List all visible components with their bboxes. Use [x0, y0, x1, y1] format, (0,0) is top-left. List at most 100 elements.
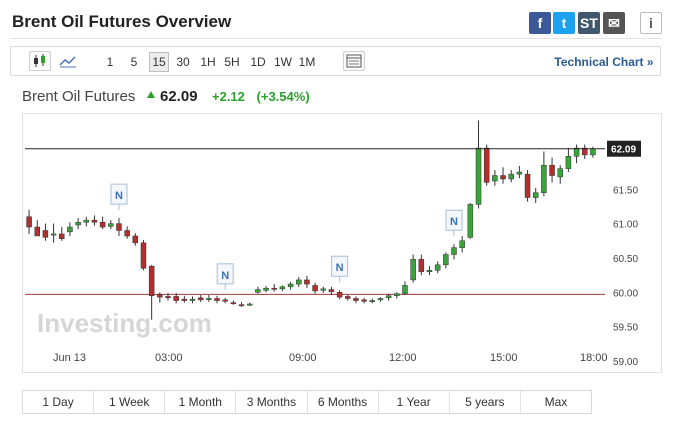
candle	[140, 242, 147, 269]
candle	[492, 175, 498, 182]
candle	[451, 247, 457, 255]
candle	[532, 192, 539, 198]
candle	[483, 147, 490, 183]
table-view-icon[interactable]	[343, 51, 365, 71]
candle	[573, 147, 580, 157]
candle	[565, 156, 572, 169]
candle	[238, 304, 245, 307]
candle	[67, 226, 73, 233]
candle	[557, 168, 563, 178]
candle	[516, 171, 523, 175]
news-marker-label: N	[336, 262, 344, 274]
news-marker-label: N	[221, 270, 229, 282]
email-icon[interactable]: ✉	[603, 12, 625, 34]
candle	[279, 286, 286, 290]
interval-15[interactable]: 15	[149, 52, 169, 72]
interval-1d[interactable]: 1D	[249, 52, 267, 72]
candle	[91, 219, 98, 223]
range-5-years[interactable]: 5 years	[450, 391, 521, 413]
x-tick-label: 18:00	[580, 352, 608, 364]
news-marker-label: N	[450, 216, 458, 228]
interval-5h[interactable]: 5H	[223, 52, 241, 72]
candle	[99, 221, 106, 228]
price-change: +2.12	[212, 89, 245, 104]
interval-1w[interactable]: 1W	[273, 52, 293, 72]
candle	[116, 223, 122, 231]
candle	[42, 230, 49, 238]
candle	[377, 298, 384, 301]
candle	[304, 279, 310, 285]
news-marker-label: N	[115, 190, 123, 202]
candle	[312, 285, 318, 292]
candle	[157, 294, 163, 298]
candle	[222, 299, 228, 302]
price-change-group: +2.12 (+3.54%)	[212, 89, 310, 104]
y-tick-label: 61.00	[613, 220, 638, 231]
candle	[402, 285, 408, 294]
watermark-logo: Investing.com	[37, 308, 212, 338]
candle	[181, 298, 188, 301]
candle	[328, 289, 335, 292]
chart-toolbar: 1 5 15 30 1H 5H 1D 1W 1M Technical Chart »	[10, 46, 661, 76]
x-tick-label: 09:00	[289, 352, 317, 364]
x-tick-label: Jun 13	[53, 352, 87, 364]
stocktwits-icon[interactable]: ST	[578, 12, 600, 34]
page-title: Brent Oil Futures Overview	[12, 12, 232, 31]
range-3-months[interactable]: 3 Months	[236, 391, 308, 413]
candlestick-chart-icon[interactable]	[29, 51, 51, 71]
range-1-month[interactable]: 1 Month	[165, 391, 237, 413]
candle	[500, 175, 506, 180]
candle	[287, 283, 294, 288]
range-1-year[interactable]: 1 Year	[379, 391, 450, 413]
interval-30[interactable]: 30	[175, 52, 191, 72]
candle	[230, 302, 237, 305]
candle	[345, 296, 351, 299]
candle	[255, 289, 261, 293]
interval-5[interactable]: 5	[127, 52, 141, 72]
candle	[336, 292, 343, 298]
interval-1m[interactable]: 1M	[297, 52, 317, 72]
candle	[508, 173, 514, 180]
candle	[26, 216, 32, 228]
candle	[34, 226, 41, 237]
candle	[353, 298, 359, 301]
x-tick-label: 03:00	[155, 352, 183, 364]
range-1-day[interactable]: 1 Day	[23, 391, 95, 413]
interval-1h[interactable]: 1H	[199, 52, 217, 72]
candle	[434, 264, 441, 271]
range-max[interactable]: Max	[521, 391, 591, 413]
candle	[385, 295, 392, 299]
candle	[189, 298, 196, 301]
twitter-icon[interactable]: t	[553, 12, 575, 34]
candle	[83, 219, 90, 223]
technical-chart-link[interactable]: Technical Chart »	[551, 52, 657, 72]
info-icon[interactable]: i	[640, 12, 662, 34]
y-tick-label: 61.50	[613, 185, 638, 196]
candle	[320, 288, 327, 291]
candle	[173, 296, 179, 301]
time-range-selector: 1 Day 1 Week 1 Month 3 Months 6 Months 1 Year…	[22, 390, 592, 414]
last-price: 62.09	[160, 88, 198, 105]
last-price-tag-label: 62.09	[611, 145, 636, 156]
candle	[475, 147, 482, 205]
interval-1[interactable]: 1	[103, 52, 117, 72]
candle	[271, 287, 277, 290]
candle	[394, 293, 400, 296]
instrument-name: Brent Oil Futures	[22, 88, 136, 105]
line-chart-icon[interactable]	[57, 51, 79, 71]
candle	[361, 299, 367, 302]
x-tick-label: 15:00	[490, 352, 518, 364]
candle	[214, 298, 220, 301]
candle	[124, 230, 130, 237]
range-6-months[interactable]: 6 Months	[308, 391, 379, 413]
candle	[369, 300, 376, 302]
candle	[541, 164, 547, 193]
candle	[50, 233, 57, 236]
y-tick-label: 59.00	[613, 357, 638, 368]
range-1-week[interactable]: 1 Week	[94, 391, 166, 413]
candlestick-chart: Investing.com 61.50 61.00 60.50 60.00 59.50 59…	[25, 120, 641, 368]
candle	[246, 303, 253, 306]
facebook-icon[interactable]: f	[529, 12, 551, 34]
candle	[549, 164, 555, 176]
chart-area[interactable]: Investing.com 61.50 61.00 60.50 60.00 59.50 59…	[22, 113, 662, 373]
